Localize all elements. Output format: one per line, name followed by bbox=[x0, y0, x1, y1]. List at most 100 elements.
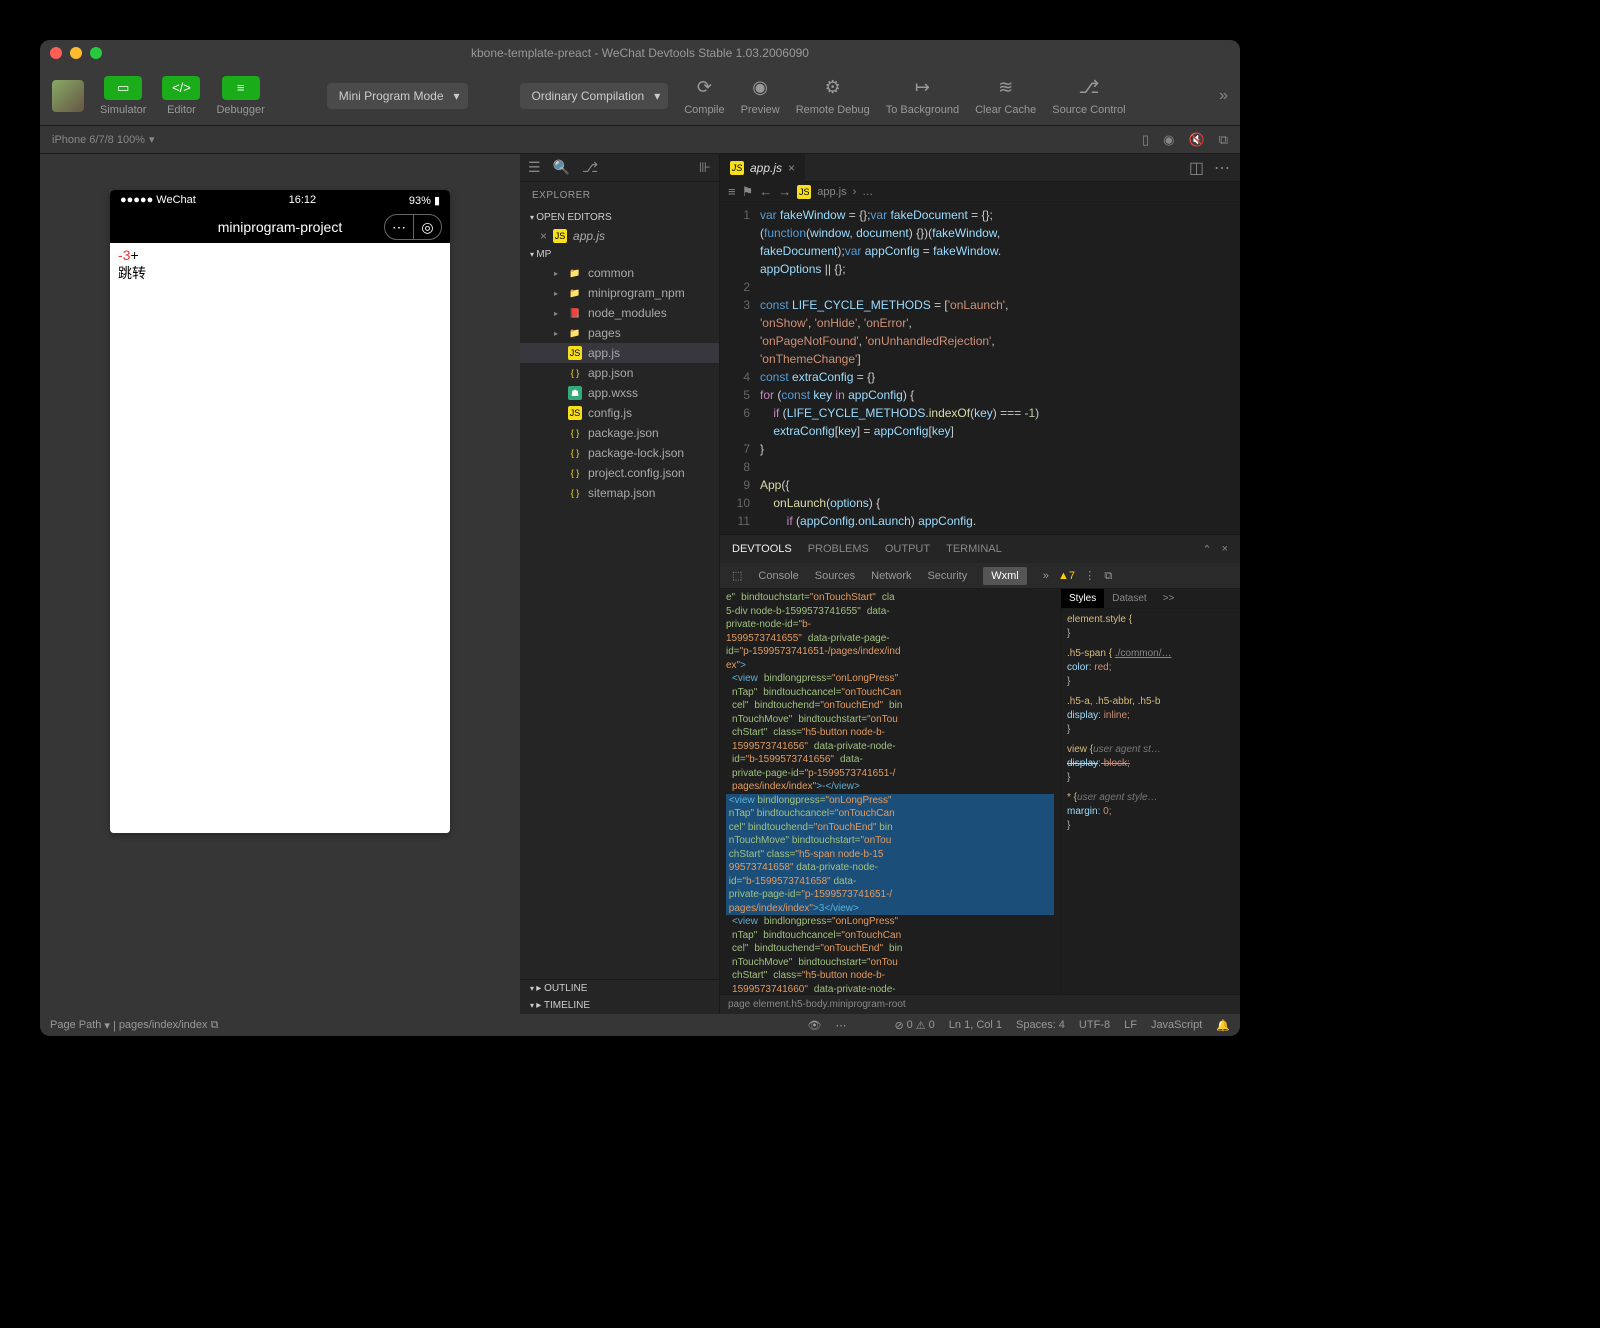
capsule-close-icon[interactable]: ◎ bbox=[413, 215, 441, 239]
close-tab-icon[interactable]: × bbox=[788, 161, 795, 175]
to-background-button[interactable]: ↦To Background bbox=[886, 76, 959, 116]
page-path-item[interactable]: Page Path ▾ | pages/index/index ⧉ bbox=[50, 1019, 218, 1032]
device-icon[interactable]: ▯ bbox=[1142, 132, 1149, 148]
editor-tab-appjs[interactable]: JSapp.js× bbox=[720, 154, 805, 182]
cursor-pos[interactable]: Ln 1, Col 1 bbox=[949, 1019, 1002, 1032]
spaces-item[interactable]: Spaces: 4 bbox=[1016, 1019, 1065, 1032]
user-avatar[interactable] bbox=[52, 80, 84, 112]
scm-icon[interactable]: ⎇ bbox=[582, 159, 598, 176]
device-select[interactable]: iPhone 6/7/8 100% bbox=[52, 134, 145, 146]
chevron-down-icon[interactable]: ▾ bbox=[149, 133, 155, 146]
mute-icon[interactable]: 🔇 bbox=[1189, 132, 1205, 148]
breadcrumb[interactable]: app.js bbox=[817, 186, 846, 198]
compile-button[interactable]: ⟳Compile bbox=[684, 76, 724, 116]
compilation-dropdown[interactable]: Ordinary Compilation bbox=[520, 83, 669, 109]
main-area: ●●●●● WeChat 16:12 93% ▮ miniprogram-pro… bbox=[40, 154, 1240, 1014]
wxml-tree[interactable]: e" bindtouchstart="onTouchStart" cla 5-d… bbox=[720, 589, 1060, 994]
file-app.js[interactable]: JSapp.js bbox=[520, 343, 719, 363]
editor-more-icon[interactable]: ⋯ bbox=[1214, 158, 1230, 178]
devtab-devtools[interactable]: DEVTOOLS bbox=[732, 543, 792, 555]
nav-forward-icon[interactable]: → bbox=[778, 184, 791, 199]
explorer-panel: ☰ 🔍 ⎇ ⊪ EXPLORER OPEN EDITORS × JS app.j… bbox=[520, 154, 720, 1014]
wxml-breadcrumb[interactable]: page element.h5-body.miniprogram-root bbox=[728, 999, 906, 1010]
subtab-sources[interactable]: Sources bbox=[815, 570, 855, 582]
styles-panel: StylesDataset>> element.style {}.h5-span… bbox=[1060, 589, 1240, 994]
file-common[interactable]: ▸📁common bbox=[520, 263, 719, 283]
file-tree: ▸📁common▸📁miniprogram_npm▸📕node_modules▸… bbox=[520, 263, 719, 979]
explorer-icon[interactable]: ☰ bbox=[528, 159, 541, 176]
subtab-security[interactable]: Security bbox=[927, 570, 967, 582]
styles-tab->>[interactable]: >> bbox=[1155, 589, 1183, 608]
devtab-problems[interactable]: PROBLEMS bbox=[808, 543, 869, 555]
devtab-output[interactable]: OUTPUT bbox=[885, 543, 930, 555]
device-toolbar: iPhone 6/7/8 100% ▾ ▯ ◉ 🔇 ⧉ bbox=[40, 126, 1240, 154]
problems-item[interactable]: ⊘0 ⚠0 bbox=[894, 1019, 934, 1032]
file-project.config.json[interactable]: { }project.config.json bbox=[520, 463, 719, 483]
file-app.wxss[interactable]: ☗app.wxss bbox=[520, 383, 719, 403]
file-miniprogram_npm[interactable]: ▸📁miniprogram_npm bbox=[520, 283, 719, 303]
editor-button[interactable]: </>Editor bbox=[162, 76, 200, 116]
editor-tabs: JSapp.js× ◫ ⋯ bbox=[720, 154, 1240, 182]
open-editors-section[interactable]: OPEN EDITORS bbox=[520, 209, 719, 226]
bell-icon[interactable]: 🔔 bbox=[1216, 1019, 1230, 1032]
preview-button[interactable]: ◉Preview bbox=[741, 76, 780, 116]
phone-frame: ●●●●● WeChat 16:12 93% ▮ miniprogram-pro… bbox=[110, 190, 450, 833]
simulator-viewport[interactable]: -3+ 跳转 bbox=[110, 243, 450, 833]
file-node_modules[interactable]: ▸📕node_modules bbox=[520, 303, 719, 323]
subtab-network[interactable]: Network bbox=[871, 570, 911, 582]
file-package.json[interactable]: { }package.json bbox=[520, 423, 719, 443]
code-editor[interactable]: 1234567891011 var fakeWindow = {};var fa… bbox=[720, 202, 1240, 534]
file-package-lock.json[interactable]: { }package-lock.json bbox=[520, 443, 719, 463]
battery-label: 93% ▮ bbox=[409, 194, 440, 207]
eye-icon[interactable]: 👁 bbox=[807, 1019, 821, 1032]
panel-close-icon[interactable]: × bbox=[1222, 543, 1228, 556]
nav-back-icon[interactable]: ← bbox=[759, 184, 772, 199]
chevron-right-icon: › bbox=[853, 186, 857, 198]
bookmark-icon[interactable]: ⚑ bbox=[742, 184, 754, 200]
explorer-title: EXPLORER bbox=[520, 182, 719, 209]
search-icon[interactable]: 🔍 bbox=[553, 159, 570, 176]
subtab-console[interactable]: Console bbox=[758, 570, 798, 582]
more-icon[interactable]: » bbox=[1219, 87, 1228, 105]
source-control-button[interactable]: ⎇Source Control bbox=[1052, 76, 1125, 116]
panel-more-icon[interactable]: ⊪ bbox=[699, 159, 711, 176]
workspace-root[interactable]: MP bbox=[520, 246, 719, 263]
record-icon[interactable]: ◉ bbox=[1163, 132, 1174, 148]
outline-section[interactable]: ▸ OUTLINE bbox=[520, 979, 719, 997]
carrier-label: ●●●●● WeChat bbox=[120, 194, 196, 207]
inspect-icon[interactable]: ⬚ bbox=[732, 569, 742, 582]
eol-item[interactable]: LF bbox=[1124, 1019, 1137, 1032]
simulator-button[interactable]: ▭Simulator bbox=[100, 76, 146, 116]
panel-up-icon[interactable]: ⌃ bbox=[1202, 543, 1211, 556]
mode-dropdown[interactable]: Mini Program Mode bbox=[327, 83, 468, 109]
styles-tab-styles[interactable]: Styles bbox=[1061, 589, 1104, 608]
file-config.js[interactable]: JSconfig.js bbox=[520, 403, 719, 423]
simulator-panel: ●●●●● WeChat 16:12 93% ▮ miniprogram-pro… bbox=[40, 154, 520, 1014]
encoding-item[interactable]: UTF-8 bbox=[1079, 1019, 1110, 1032]
lang-item[interactable]: JavaScript bbox=[1151, 1019, 1202, 1032]
main-toolbar: ▭Simulator </>Editor ≡Debugger Mini Prog… bbox=[40, 66, 1240, 126]
toggle-panel-icon[interactable]: ≡ bbox=[728, 184, 736, 199]
app-window: kbone-template-preact - WeChat Devtools … bbox=[40, 40, 1240, 1036]
jump-link[interactable]: 跳转 bbox=[118, 263, 442, 283]
miniprogram-title: miniprogram-project bbox=[218, 219, 342, 235]
copy-icon[interactable]: ⧉ bbox=[1219, 132, 1228, 148]
remote-debug-button[interactable]: ⚙Remote Debug bbox=[796, 76, 870, 116]
devtools-panel: DEVTOOLS PROBLEMS OUTPUT TERMINAL ⌃ × ⬚ Consol… bbox=[720, 534, 1240, 1014]
capsule-menu-icon[interactable]: ⋯ bbox=[385, 215, 413, 239]
open-editor-item[interactable]: × JS app.js bbox=[520, 226, 719, 246]
status-bar: Page Path ▾ | pages/index/index ⧉ 👁 ⋯ ⊘0… bbox=[40, 1014, 1240, 1036]
phone-time: 16:12 bbox=[289, 194, 317, 207]
timeline-section[interactable]: ▸ TIMELINE bbox=[520, 997, 719, 1014]
debugger-button[interactable]: ≡Debugger bbox=[216, 76, 264, 116]
file-sitemap.json[interactable]: { }sitemap.json bbox=[520, 483, 719, 503]
styles-tab-dataset[interactable]: Dataset bbox=[1104, 589, 1154, 608]
split-editor-icon[interactable]: ◫ bbox=[1189, 158, 1204, 178]
counter-value: -3 bbox=[118, 247, 130, 263]
file-pages[interactable]: ▸📁pages bbox=[520, 323, 719, 343]
devtab-terminal[interactable]: TERMINAL bbox=[946, 543, 1002, 555]
file-app.json[interactable]: { }app.json bbox=[520, 363, 719, 383]
clear-cache-button[interactable]: ≋Clear Cache bbox=[975, 76, 1036, 116]
status-more-icon[interactable]: ⋯ bbox=[835, 1019, 846, 1032]
subtab-wxml[interactable]: Wxml bbox=[983, 567, 1027, 585]
